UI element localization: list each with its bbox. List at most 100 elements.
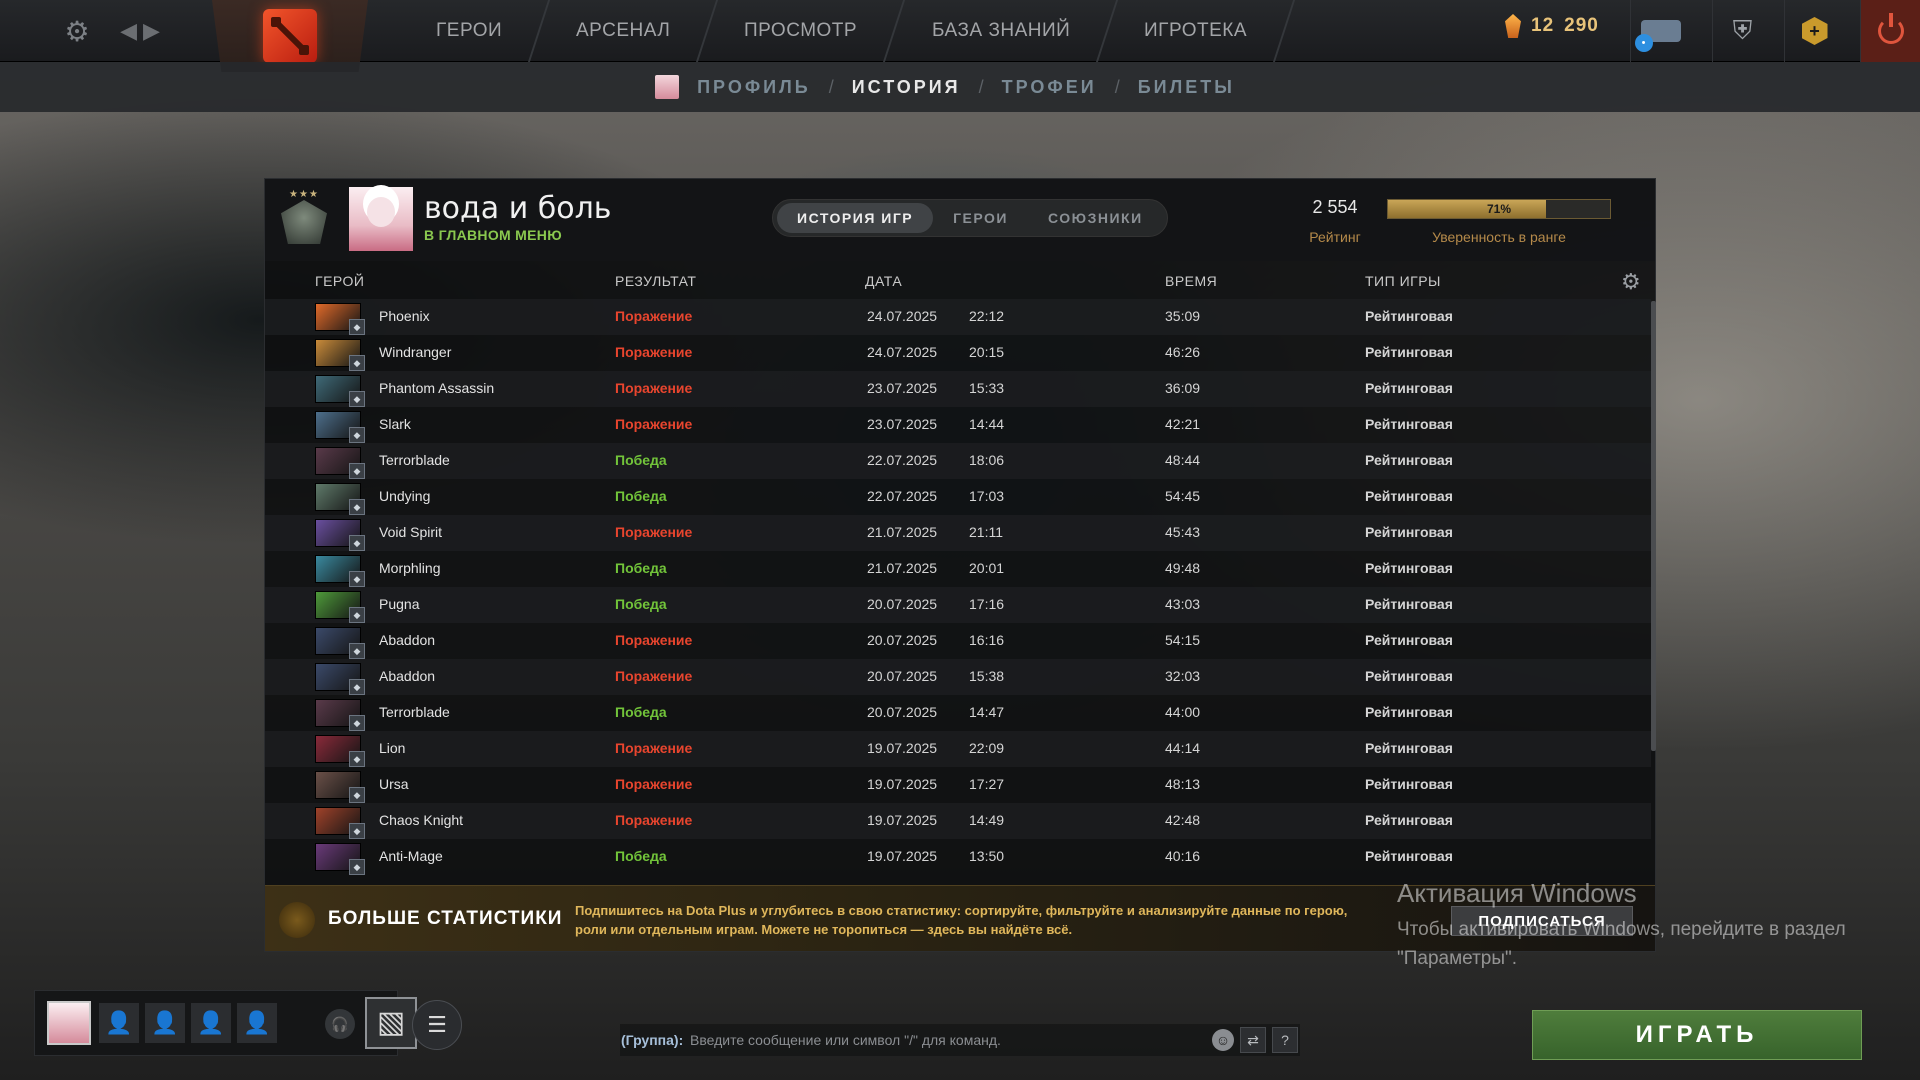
match-game-mode: Рейтинговая (1365, 416, 1453, 432)
match-duration: 46:26 (1165, 344, 1201, 360)
subnav-history[interactable]: ИСТОРИЯ (852, 77, 961, 98)
emoji-icon[interactable]: ☺ (1212, 1029, 1234, 1051)
match-result: Победа (615, 452, 667, 468)
table-row[interactable]: ◆ Abaddon Поражение 20.07.2025 15:38 32:03 Рей… (265, 659, 1651, 695)
scrollbar[interactable] (1651, 301, 1656, 751)
nav-knowledge-base[interactable]: БАЗА ЗНАНИЙ (885, 0, 1118, 62)
match-game-mode: Рейтинговая (1365, 380, 1453, 396)
hero-role-icon: ◆ (349, 679, 365, 695)
table-row[interactable]: ◆ Chaos Knight Поражение 19.07.2025 14:49 42:… (265, 803, 1651, 839)
play-button[interactable]: ИГРАТЬ (1532, 1010, 1862, 1060)
watermark-title: Активация Windows (1397, 878, 1637, 908)
column-game-mode[interactable]: ТИП ИГРЫ (1365, 273, 1441, 289)
nav-armory[interactable]: АРСЕНАЛ (530, 0, 719, 62)
match-time: 20:15 (969, 344, 1005, 360)
table-row[interactable]: ◆ Lion Поражение 19.07.2025 22:09 44:14 Рейтин… (265, 731, 1651, 767)
back-arrow-icon[interactable]: ◀▶ (118, 0, 168, 62)
power-button[interactable] (1860, 0, 1920, 62)
match-duration: 48:13 (1165, 776, 1201, 792)
hero-name: Slark (379, 416, 411, 432)
match-result: Поражение (615, 776, 693, 792)
table-row[interactable]: ◆ Undying Победа 22.07.2025 17:03 54:45 Рейтин… (265, 479, 1651, 515)
table-row[interactable]: ◆ Morphling Победа 21.07.2025 20:01 49:48 Рейт… (265, 551, 1651, 587)
party-empty-slot[interactable]: 👤 (99, 1003, 139, 1043)
table-row[interactable]: ◆ Terrorblade Победа 22.07.2025 18:06 48:44 Ре… (265, 443, 1651, 479)
hero-role-icon: ◆ (349, 859, 365, 875)
nav-heroes[interactable]: ГЕРОИ (389, 0, 551, 62)
table-row[interactable]: ◆ Pugna Победа 20.07.2025 17:16 43:03 Рейтинго… (265, 587, 1651, 623)
rating-label: Рейтинг (1309, 229, 1361, 245)
table-row[interactable]: ◆ Anti-Mage Победа 19.07.2025 13:50 40:16 Рейт… (265, 839, 1651, 875)
table-row[interactable]: ◆ Abaddon Поражение 20.07.2025 16:16 54:15 Рей… (265, 623, 1651, 659)
table-row[interactable]: ◆ Ursa Поражение 19.07.2025 17:27 48:13 Рейтин… (265, 767, 1651, 803)
match-date: 24.07.2025 (867, 308, 938, 324)
hero-name: Phantom Assassin (379, 380, 495, 396)
party-bar: 👤 👤 👤 👤 🎧 ▧ (34, 990, 417, 1056)
subnav-profile[interactable]: ПРОФИЛЬ (697, 77, 811, 98)
gear-icon[interactable]: ⚙ (56, 0, 98, 62)
tab-heroes[interactable]: ГЕРОИ (933, 203, 1028, 233)
hero-role-icon: ◆ (349, 355, 365, 371)
chat-icon: • (1634, 20, 1681, 52)
chat-input[interactable] (690, 1028, 1190, 1052)
rank-medal-icon[interactable]: ★★★ (279, 189, 329, 247)
voice-chat-icon[interactable]: 🎧 (325, 1009, 355, 1039)
hero-name: Lion (379, 740, 406, 756)
dota-plus-button[interactable]: + (1784, 0, 1844, 62)
player-name: вода и боль (424, 191, 612, 226)
match-result: Поражение (615, 344, 693, 360)
match-result: Поражение (615, 668, 693, 684)
match-result: Поражение (615, 740, 693, 756)
gear-icon[interactable]: ⚙ (1621, 269, 1641, 295)
tab-allies[interactable]: СОЮЗНИКИ (1028, 203, 1163, 233)
dota-logo-icon (263, 9, 317, 63)
match-duration: 44:14 (1165, 740, 1201, 756)
column-date[interactable]: ДАТА (865, 273, 902, 289)
match-result: Поражение (615, 632, 693, 648)
match-time: 15:33 (969, 380, 1005, 396)
party-self-avatar[interactable] (47, 1001, 91, 1045)
match-date: 22.07.2025 (867, 452, 938, 468)
match-date: 19.07.2025 (867, 776, 938, 792)
match-duration: 42:48 (1165, 812, 1201, 828)
table-row[interactable]: ◆ Phantom Assassin Поражение 23.07.2025 15:3… (265, 371, 1651, 407)
armory-icon[interactable]: ⛨ (1712, 0, 1772, 62)
subnav-tickets[interactable]: БИЛЕТЫ (1138, 77, 1235, 98)
chat-button[interactable]: • (1630, 0, 1690, 62)
table-row[interactable]: ◆ Slark Поражение 23.07.2025 14:44 42:21 Рейти… (265, 407, 1651, 443)
help-icon[interactable]: ? (1272, 1027, 1298, 1053)
hero-role-icon: ◆ (349, 427, 365, 443)
column-result[interactable]: РЕЗУЛЬТАТ (615, 273, 696, 289)
match-time: 14:47 (969, 704, 1005, 720)
chat-wheel-icon[interactable]: ⇄ (1240, 1027, 1266, 1053)
match-result: Победа (615, 488, 667, 504)
table-row[interactable]: ◆ Terrorblade Победа 20.07.2025 14:47 44:00 Ре… (265, 695, 1651, 731)
tab-match-history[interactable]: ИСТОРИЯ ИГР (777, 203, 934, 233)
find-group-icon[interactable]: ☰ (412, 1000, 462, 1050)
hero-role-icon: ◆ (349, 499, 365, 515)
match-time: 20:01 (969, 560, 1005, 576)
party-empty-slot[interactable]: 👤 (237, 1003, 277, 1043)
party-empty-slot[interactable]: 👤 (191, 1003, 231, 1043)
party-empty-slot[interactable]: 👤 (145, 1003, 185, 1043)
rating-value: 2 554 (1312, 197, 1358, 217)
hero-role-icon: ◆ (349, 607, 365, 623)
nav-watch[interactable]: ПРОСМОТР (698, 0, 906, 62)
column-duration[interactable]: ВРЕМЯ (1165, 273, 1217, 289)
player-avatar[interactable] (349, 187, 413, 251)
table-row[interactable]: ◆ Windranger Поражение 24.07.2025 20:15 46:26… (265, 335, 1651, 371)
hero-name: Pugna (379, 596, 420, 612)
shards-currency[interactable]: 12 290 (1505, 14, 1599, 38)
battle-pass-icon[interactable]: ▧ (365, 997, 417, 1049)
match-date: 23.07.2025 (867, 416, 938, 432)
hero-role-icon: ◆ (349, 391, 365, 407)
match-time: 22:12 (969, 308, 1005, 324)
match-result: Победа (615, 704, 667, 720)
table-row[interactable]: ◆ Phoenix Поражение 24.07.2025 22:12 35:09 Рей… (265, 299, 1651, 335)
subnav-trophies[interactable]: ТРОФЕИ (1002, 77, 1097, 98)
column-hero[interactable]: ГЕРОЙ (315, 273, 364, 289)
table-row[interactable]: ◆ Void Spirit Поражение 21.07.2025 21:11 45:4… (265, 515, 1651, 551)
nav-arcade[interactable]: ИГРОТЕКА (1097, 0, 1295, 62)
match-date: 19.07.2025 (867, 740, 938, 756)
match-result: Победа (615, 848, 667, 864)
